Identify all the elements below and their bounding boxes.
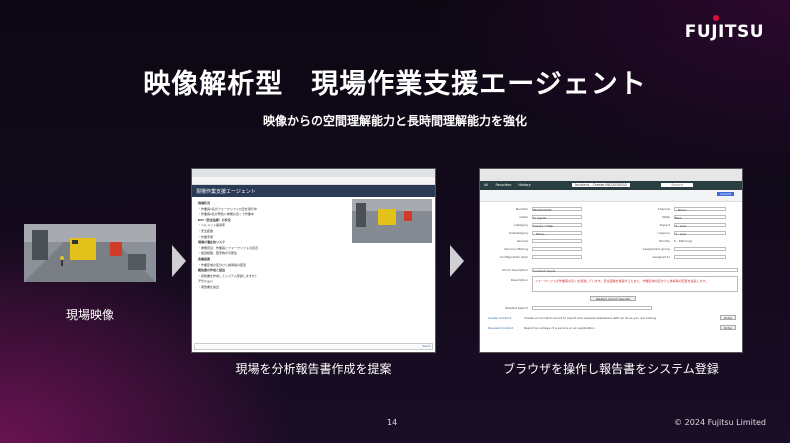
step3-caption: ブラウザを操作し報告書をシステム登録 bbox=[503, 362, 719, 376]
order-button[interactable]: Order bbox=[720, 315, 736, 320]
field-label: Subcategory bbox=[509, 231, 528, 235]
search-input[interactable]: Search bbox=[661, 183, 694, 187]
browser-tab-bar bbox=[192, 169, 435, 177]
field-label: Description bbox=[510, 278, 528, 282]
field-value: 3 - Low bbox=[675, 232, 686, 236]
field-label: Category bbox=[514, 223, 528, 227]
field-label: Short description bbox=[502, 268, 528, 272]
related-search-input[interactable] bbox=[532, 306, 652, 310]
field-value: Incident report bbox=[533, 269, 556, 273]
report-app-screenshot: 現場作業支援エージェント 現場状況 ・作業員1名がフォークリフト付近を通行中 ・… bbox=[191, 168, 436, 353]
field-value: -- None -- bbox=[675, 208, 690, 212]
worksite-image-icon bbox=[352, 199, 432, 243]
short-description-field[interactable]: Incident report bbox=[532, 268, 738, 273]
logo-text: FUJITSU bbox=[684, 22, 764, 42]
worksite-image-icon bbox=[24, 224, 156, 282]
record-title: Incident - Create INC0010002 bbox=[571, 183, 631, 187]
impact-select[interactable]: 3 - Low bbox=[674, 223, 726, 228]
subcategory-select[interactable]: -- None -- bbox=[532, 231, 582, 236]
copyright: © 2024 Fujitsu Limited bbox=[674, 418, 766, 427]
slide-subtitle: 映像からの空間理解能力と長時間理解能力を強化 bbox=[262, 114, 527, 128]
report-content: 現場状況 ・作業員1名がフォークリフト付近を通行中 ・作業員2名が黄色い重機の近… bbox=[192, 197, 347, 342]
field-label: Configuration item bbox=[499, 255, 528, 259]
number-field[interactable]: INC0010002 bbox=[532, 207, 582, 212]
nav-all[interactable]: All bbox=[484, 183, 488, 187]
field-value: New bbox=[675, 216, 682, 220]
logo-dot-icon bbox=[712, 15, 719, 21]
field-label: Urgency bbox=[657, 231, 670, 235]
assignment-group-field[interactable] bbox=[674, 247, 726, 251]
report-video-preview bbox=[352, 199, 432, 243]
field-label: State bbox=[662, 215, 670, 219]
browser-chrome bbox=[480, 169, 742, 181]
related-search-results-button[interactable]: Related Search Results bbox=[590, 296, 636, 301]
slide-title: 映像解析型 現場作業支援エージェント bbox=[143, 69, 647, 100]
report-app-title: 現場作業支援エージェント bbox=[196, 189, 256, 195]
assigned-to-field[interactable] bbox=[674, 255, 726, 259]
incident-app-screenshot: All Favorites History Incident - Create … bbox=[479, 168, 743, 353]
chat-input[interactable]: Send bbox=[194, 343, 433, 350]
form-header: Submit bbox=[480, 190, 742, 202]
field-value: 3 - Low bbox=[675, 224, 686, 228]
description-field[interactable]: フォークリフトが作業員の近くを通過しています。安全距離を確保するために、作業区域… bbox=[532, 276, 738, 292]
service-field[interactable] bbox=[532, 239, 582, 243]
field-label: Assignment group bbox=[642, 247, 670, 251]
nav-favorites[interactable]: Favorites bbox=[495, 183, 511, 187]
channel-select[interactable]: -- None -- bbox=[674, 207, 726, 212]
related-text: Create an Incident record to report and … bbox=[524, 316, 657, 320]
category-select[interactable]: Inquiry / Help bbox=[532, 223, 582, 228]
browser-url-bar bbox=[192, 177, 435, 185]
order-button[interactable]: Order bbox=[720, 325, 736, 330]
field-value: Inquiry / Help bbox=[533, 224, 554, 228]
priority-value: 5 - Planning bbox=[674, 239, 692, 243]
nav-history[interactable]: History bbox=[518, 183, 530, 187]
field-label: Assigned to bbox=[652, 255, 670, 259]
field-label: Impact bbox=[659, 223, 670, 227]
field-label: Number bbox=[515, 207, 528, 211]
incident-nav-bar: All Favorites History Incident - Create … bbox=[480, 181, 742, 190]
field-value: -- None -- bbox=[533, 232, 548, 236]
report-line: ・報告書を提出 bbox=[198, 284, 220, 289]
send-button[interactable]: Send bbox=[422, 344, 430, 348]
step-arrow-icon bbox=[172, 245, 186, 277]
create-incident-link[interactable]: Create Incident bbox=[488, 316, 511, 320]
field-value: AI Agent bbox=[533, 216, 546, 220]
step1-caption: 現場映像 bbox=[65, 308, 114, 322]
field-label: Channel bbox=[657, 207, 670, 211]
related-text: Report an outage of a service or an appl… bbox=[524, 326, 595, 330]
step-arrow-icon bbox=[450, 245, 464, 277]
request-incident-link[interactable]: Request Incident bbox=[488, 326, 513, 330]
field-label: Service bbox=[516, 239, 528, 243]
configuration-item-field[interactable] bbox=[532, 255, 582, 259]
incident-form: Submit Number INC0010002 Caller AI Agent… bbox=[480, 190, 742, 352]
report-app-header: 現場作業支援エージェント bbox=[192, 185, 435, 197]
field-label: Priority bbox=[659, 239, 670, 243]
submit-button[interactable]: Submit bbox=[717, 192, 734, 196]
field-value: INC0010002 bbox=[533, 208, 552, 212]
field-video-thumbnail bbox=[24, 224, 156, 282]
urgency-select[interactable]: 3 - Low bbox=[674, 231, 726, 236]
page-number: 14 bbox=[387, 418, 398, 427]
caller-field[interactable]: AI Agent bbox=[532, 215, 582, 220]
state-select[interactable]: New bbox=[674, 215, 726, 220]
field-label: Service offering bbox=[504, 247, 528, 251]
field-label: Caller bbox=[519, 215, 528, 219]
field-label: Related Search bbox=[505, 306, 528, 310]
fujitsu-logo: FUJITSU bbox=[684, 15, 764, 42]
step2-caption: 現場を分析報告書作成を提案 bbox=[235, 362, 392, 376]
service-offering-field[interactable] bbox=[532, 247, 582, 251]
